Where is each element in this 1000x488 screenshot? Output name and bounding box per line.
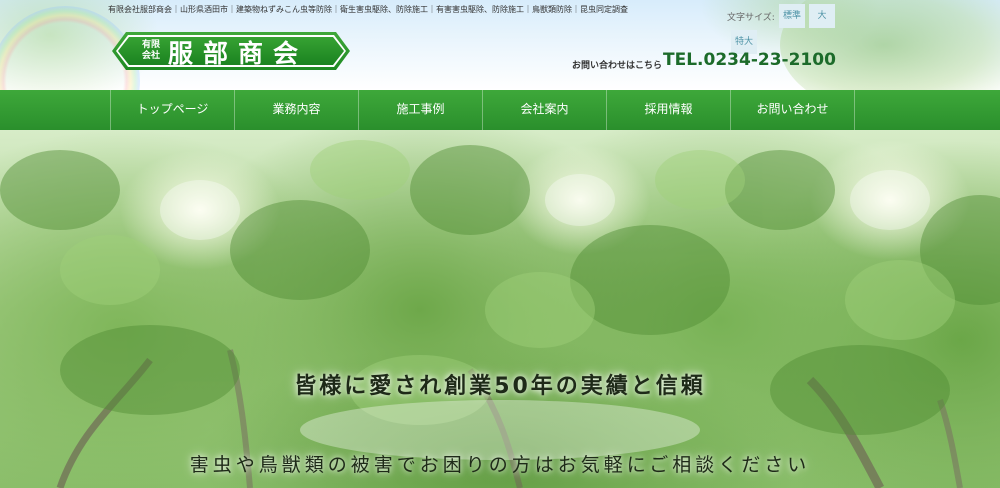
site-tagline: 有限会社服部商会｜山形県酒田市｜建築物ねずみこん虫等防除｜衛生害虫駆除、防除施工… (108, 5, 628, 14)
nav-item-services[interactable]: 業務内容 (234, 90, 358, 130)
hero-title: 皆様に愛され創業50年の実績と信頼 (294, 374, 706, 399)
contact-phone-number[interactable]: TEL.0234-23-2100 (663, 50, 836, 70)
logo-company-type-line2: 会社 (141, 51, 160, 61)
hero-subtitle: 害虫や鳥獣類の被害でお困りの方はお気軽にご相談ください (189, 454, 811, 476)
font-size-standard-button[interactable]: 標準 (779, 4, 805, 28)
logo-company-type-line1: 有限 (141, 40, 160, 50)
hero-banner: 皆様に愛され創業50年の実績と信頼 害虫や鳥獣類の被害でお困りの方はお気軽にご相… (0, 130, 1000, 488)
nav-item-company[interactable]: 会社案内 (482, 90, 606, 130)
forest-background-image (0, 140, 1000, 488)
nav-item-top-page[interactable]: トップページ (110, 90, 234, 130)
nav-item-recruit[interactable]: 採用情報 (606, 90, 730, 130)
logo-company-type: 有限 会社 (138, 40, 164, 62)
site-header: 有限会社服部商会｜山形県酒田市｜建築物ねずみこん虫等防除｜衛生害虫駆除、防除施工… (0, 0, 1000, 90)
font-size-label: 文字サイズ: (727, 13, 775, 23)
main-navigation: トップページ 業務内容 施工事例 会社案内 採用情報 お問い合わせ (0, 90, 1000, 130)
font-size-large-button[interactable]: 大 (809, 4, 835, 28)
company-logo[interactable]: 有限 会社 服部商会 (112, 32, 350, 70)
nav-item-contact[interactable]: お問い合わせ (730, 90, 855, 130)
logo-company-name: 服部商会 (168, 39, 309, 68)
contact-label: お問い合わせはこちら (572, 61, 663, 71)
nav-item-case-studies[interactable]: 施工事例 (358, 90, 482, 130)
